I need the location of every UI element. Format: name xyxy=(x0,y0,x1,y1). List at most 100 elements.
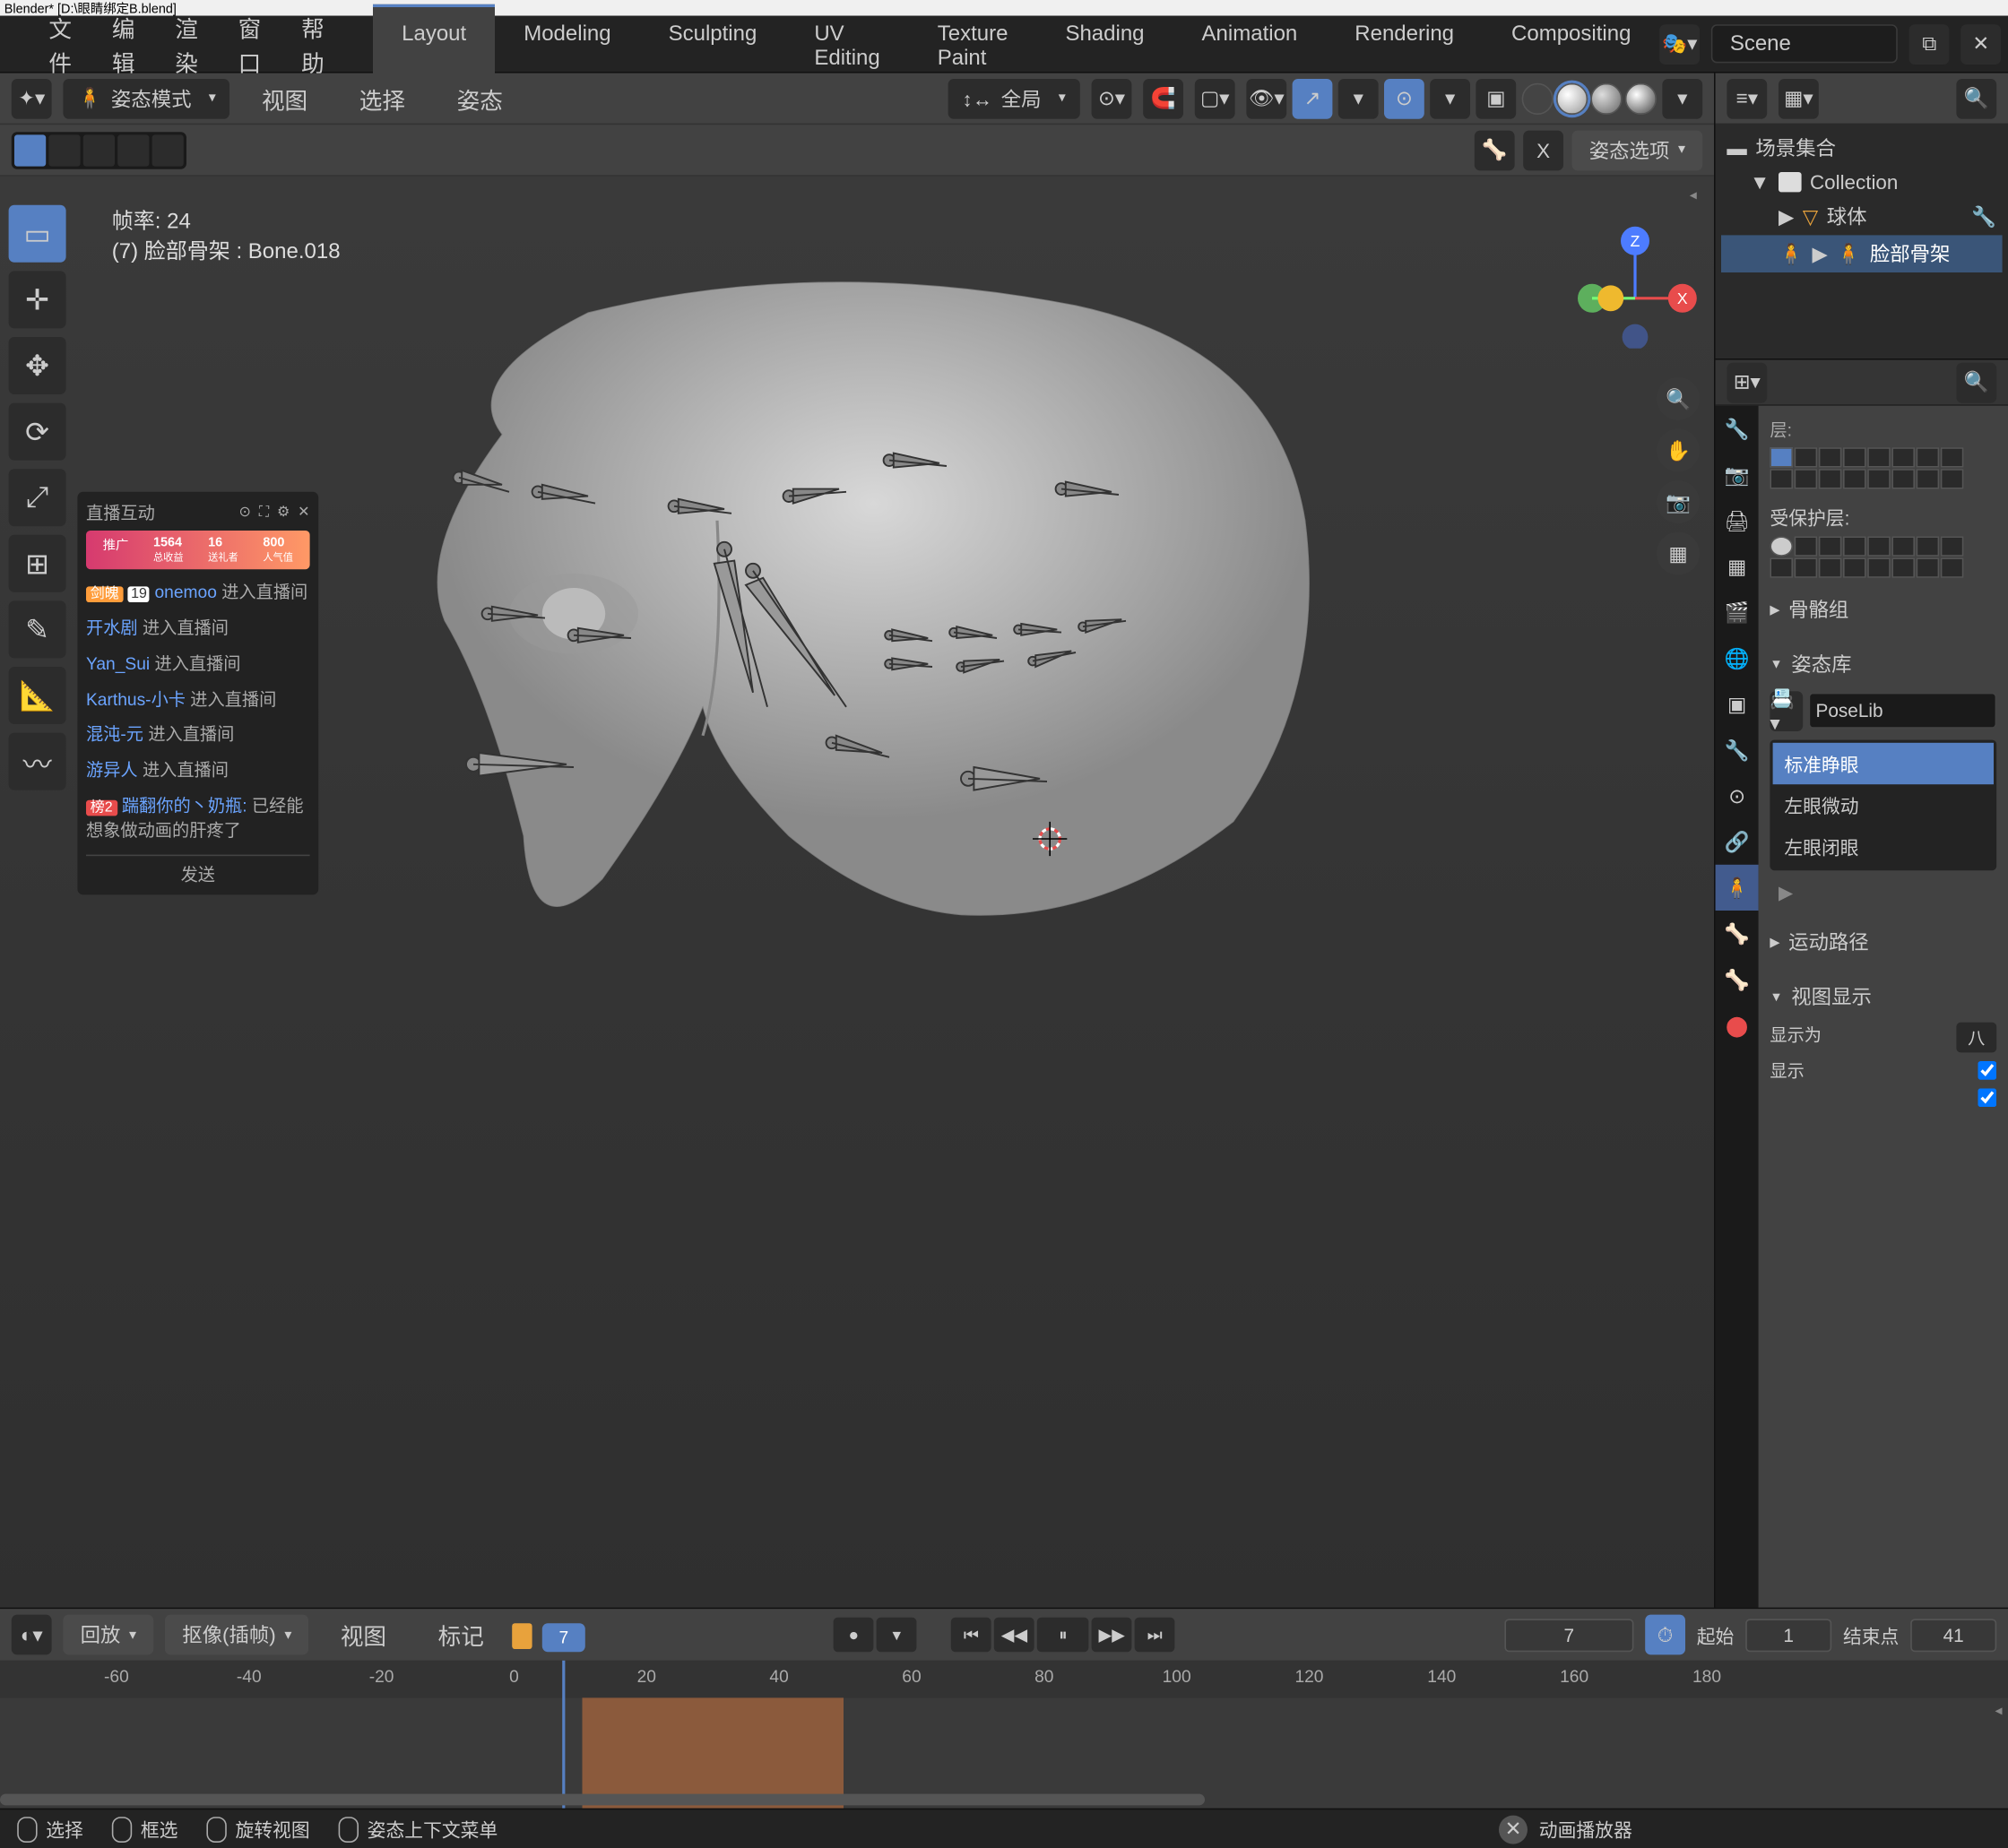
tool-breakdown[interactable]: 〰 xyxy=(9,733,66,790)
prop-tab-object[interactable]: ▣ xyxy=(1716,681,1759,727)
scene-copy-icon[interactable]: ⧉ xyxy=(1909,23,1950,64)
tool-scale[interactable]: ⤢ xyxy=(9,469,66,526)
tree-collection[interactable]: ▼ Collection xyxy=(1721,167,2003,198)
tab-uv[interactable]: UV Editing xyxy=(785,4,908,84)
tab-rendering[interactable]: Rendering xyxy=(1326,4,1483,84)
camera-icon[interactable]: 📷 xyxy=(1657,480,1700,523)
prop-tab-armature[interactable]: 🧍 xyxy=(1716,865,1759,911)
ortho-icon[interactable]: ▦ xyxy=(1657,532,1700,575)
prop-tab-output[interactable]: 🖨 xyxy=(1716,497,1759,543)
playhead[interactable]: 7 xyxy=(562,1661,565,1809)
prop-tab-viewlayer[interactable]: ▦ xyxy=(1716,543,1759,589)
menu-edit[interactable]: 编辑 xyxy=(91,4,154,84)
live-controls[interactable]: ⊙ ⛶ ⚙ ✕ xyxy=(239,505,310,521)
viewport-menu-pose[interactable]: 姿态 xyxy=(437,75,523,121)
prop-tab-render[interactable]: 📷 xyxy=(1716,452,1759,497)
tree-armature[interactable]: 🧍▶ 🧍 脸部骨架 xyxy=(1721,235,2003,272)
tab-layout[interactable]: Layout xyxy=(373,4,495,84)
outliner-display-icon[interactable]: ▦▾ xyxy=(1779,78,1819,118)
scene-delete-icon[interactable]: ✕ xyxy=(1960,23,2001,64)
live-send-button[interactable]: 发送 xyxy=(86,854,310,885)
keying-dropdown[interactable]: 抠像(插帧) xyxy=(165,1615,309,1655)
current-frame-input[interactable] xyxy=(1504,1619,1633,1652)
play-pause-button[interactable]: ⏸ xyxy=(1037,1618,1089,1652)
tab-modeling[interactable]: Modeling xyxy=(495,4,639,84)
pivot-icon[interactable]: ⊙▾ xyxy=(1092,78,1132,118)
poselib-browse-icon[interactable]: 📇▾ xyxy=(1770,690,1803,730)
tool-measure[interactable]: 📐 xyxy=(9,667,66,724)
select-invert-icon[interactable] xyxy=(117,134,149,166)
prop-tab-physics[interactable]: ⊙ xyxy=(1716,773,1759,818)
xray-icon[interactable]: ▣ xyxy=(1476,78,1516,118)
playback-dropdown[interactable]: 回放 xyxy=(63,1615,153,1655)
prop-tab-modifier[interactable]: 🔧 xyxy=(1716,727,1759,773)
menu-window[interactable]: 窗口 xyxy=(218,4,281,84)
visibility-icon[interactable]: 👁▾ xyxy=(1246,78,1286,118)
prop-tab-world[interactable]: 🌐 xyxy=(1716,635,1759,681)
display-checkbox2[interactable] xyxy=(1978,1088,1996,1107)
pose-item[interactable]: 左眼闭眼 xyxy=(1773,826,1994,868)
tree-scene-collection[interactable]: ▬ 场景集合 xyxy=(1721,129,2003,167)
select-intersect-icon[interactable] xyxy=(152,134,184,166)
timeline-body[interactable]: 7 ◂ xyxy=(0,1697,2008,1808)
pan-icon[interactable]: ✋ xyxy=(1657,428,1700,471)
prop-tab-boneconstraint[interactable]: 🦴 xyxy=(1716,956,1759,1002)
tool-rotate[interactable]: ⟳ xyxy=(9,403,66,461)
shading-rendered-icon[interactable] xyxy=(1625,82,1657,114)
properties-editor-icon[interactable]: ⊞▾ xyxy=(1727,362,1767,402)
nav-gizmo[interactable]: Z X xyxy=(1571,220,1700,349)
close-icon[interactable]: ✕ xyxy=(1499,1815,1528,1844)
pose-item[interactable]: 左眼微动 xyxy=(1773,784,1994,825)
prev-key-button[interactable]: ◀◀ xyxy=(994,1618,1034,1652)
menu-help[interactable]: 帮助 xyxy=(281,4,344,84)
scene-browse-icon[interactable]: 🎭▾ xyxy=(1659,23,1700,64)
jump-start-button[interactable]: ⏮ xyxy=(951,1618,991,1652)
pose-options-button[interactable]: 姿态选项 xyxy=(1572,130,1703,170)
select-extend-icon[interactable] xyxy=(48,134,80,166)
viewport-menu-view[interactable]: 视图 xyxy=(242,75,328,121)
armature-layers[interactable] xyxy=(1770,447,1996,488)
pose-item[interactable]: 标准睁眼 xyxy=(1773,743,1994,784)
prop-tab-tool[interactable]: 🔧 xyxy=(1716,406,1759,452)
timeline-editor-icon[interactable]: ◐▾ xyxy=(12,1615,52,1655)
select-tweak-icon[interactable] xyxy=(14,134,46,166)
poselib-name-input[interactable] xyxy=(1808,693,1996,729)
shading-wireframe-icon[interactable] xyxy=(1522,82,1554,114)
start-frame-input[interactable] xyxy=(1745,1619,1831,1652)
mirror-x-button[interactable]: X xyxy=(1523,130,1563,170)
use-range-icon[interactable]: ⏱ xyxy=(1645,1615,1685,1655)
tool-transform[interactable]: ⊞ xyxy=(9,535,66,592)
snap-icon[interactable]: 🧲 xyxy=(1143,78,1183,118)
timeline-scrollbar[interactable] xyxy=(0,1794,1205,1806)
tool-annotate[interactable]: ✎ xyxy=(9,600,66,658)
panel-pose-library[interactable]: 姿态库 xyxy=(1770,641,1996,687)
display-checkbox[interactable] xyxy=(1978,1058,1996,1083)
tree-sphere[interactable]: ▶▽ 球体 🔧 xyxy=(1721,198,2003,236)
keyframe-marker[interactable] xyxy=(512,1623,532,1649)
modifier-icon[interactable]: 🔧 xyxy=(1971,204,1996,229)
tab-sculpting[interactable]: Sculpting xyxy=(640,4,786,84)
snap-type-icon[interactable]: ▢▾ xyxy=(1195,78,1235,118)
panel-viewport-display[interactable]: 视图显示 xyxy=(1770,973,1996,1019)
menu-file[interactable]: 文件 xyxy=(29,4,91,84)
prop-tab-scene[interactable]: 🎬 xyxy=(1716,590,1759,635)
next-key-button[interactable]: ▶▶ xyxy=(1092,1618,1132,1652)
timeline-menu-marker[interactable]: 标记 xyxy=(418,1611,504,1657)
select-subtract-icon[interactable] xyxy=(83,134,115,166)
autokey-button[interactable]: ● xyxy=(834,1618,874,1652)
tool-select-box[interactable]: ▭ xyxy=(9,205,66,263)
end-frame-input[interactable] xyxy=(1910,1619,1996,1652)
panel-bone-groups[interactable]: 骨骼组 xyxy=(1770,586,1996,632)
zoom-icon[interactable]: 🔍 xyxy=(1657,377,1700,420)
tab-animation[interactable]: Animation xyxy=(1173,4,1327,84)
tool-cursor[interactable]: ✛ xyxy=(9,271,66,328)
gizmo-icon[interactable]: ↗ xyxy=(1293,78,1333,118)
mode-select-dropdown[interactable]: 🧍 姿态模式 xyxy=(63,78,229,118)
panel-motion-paths[interactable]: 运动路径 xyxy=(1770,920,1996,965)
protected-layers[interactable] xyxy=(1770,536,1996,577)
properties-search-icon[interactable]: 🔍 xyxy=(1956,362,1996,402)
tab-compositing[interactable]: Compositing xyxy=(1483,4,1659,84)
editor-type-icon[interactable]: ✦▾ xyxy=(12,78,52,118)
mirror-icon[interactable]: 🦴 xyxy=(1475,130,1515,170)
jump-end-button[interactable]: ⏭ xyxy=(1135,1618,1175,1652)
